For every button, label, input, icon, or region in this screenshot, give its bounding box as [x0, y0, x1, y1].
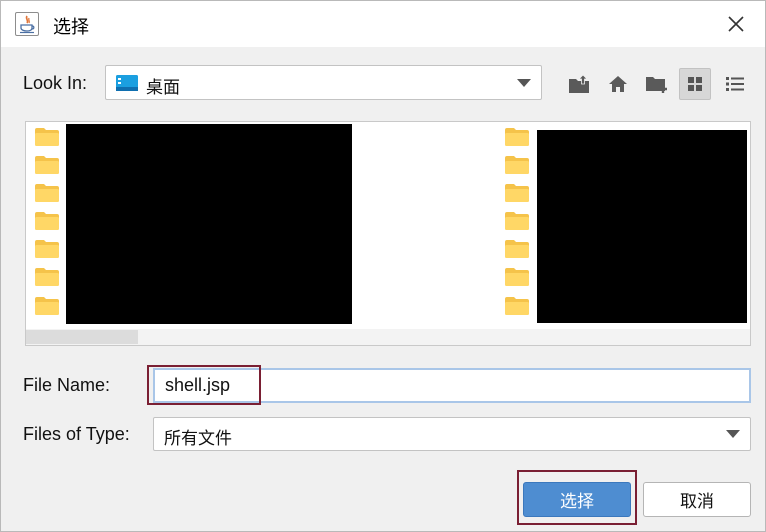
chevron-down-icon	[726, 430, 740, 438]
folder-icon[interactable]	[35, 156, 59, 174]
details-view-icon	[726, 77, 744, 91]
folder-icon[interactable]	[35, 268, 59, 286]
file-name-input[interactable]	[153, 368, 751, 403]
folder-icon[interactable]	[35, 184, 59, 202]
approve-button[interactable]: 选择	[523, 482, 631, 517]
details-view-button[interactable]	[719, 68, 751, 100]
folder-icon[interactable]	[505, 240, 529, 258]
new-folder-button[interactable]	[641, 68, 673, 100]
file-chooser-dialog: 选择 Look In: 桌面 File Name: shell.jsp File…	[0, 0, 766, 532]
look-in-combobox[interactable]: 桌面	[105, 65, 542, 100]
redacted-file-names-left	[66, 124, 352, 324]
java-app-icon	[15, 12, 39, 36]
up-one-level-icon	[569, 74, 589, 93]
home-button[interactable]	[602, 68, 634, 100]
file-name-label: File Name:	[23, 375, 111, 395]
folder-icon[interactable]	[505, 184, 529, 202]
folder-icon[interactable]	[505, 297, 529, 315]
list-view-button[interactable]	[679, 68, 711, 100]
new-folder-icon	[646, 77, 667, 93]
list-view-icon	[688, 77, 702, 91]
desktop-folder-icon	[116, 75, 138, 91]
close-icon	[728, 16, 744, 32]
up-one-level-button[interactable]	[563, 68, 595, 100]
files-of-type-combobox[interactable]: 所有文件	[153, 417, 751, 451]
home-icon	[609, 76, 627, 92]
horizontal-scrollbar[interactable]	[26, 329, 750, 345]
folder-icon[interactable]	[35, 297, 59, 315]
folder-icon[interactable]	[35, 128, 59, 146]
folder-icon[interactable]	[35, 240, 59, 258]
cancel-button[interactable]: 取消	[643, 482, 751, 517]
folder-icon[interactable]	[505, 268, 529, 286]
files-of-type-label: Files of Type:	[23, 424, 130, 444]
look-in-label: Look In:	[23, 73, 88, 93]
scrollbar-thumb[interactable]	[26, 330, 138, 344]
file-list[interactable]	[25, 121, 751, 346]
folder-icon[interactable]	[505, 128, 529, 146]
look-in-value: 桌面	[146, 78, 180, 97]
files-of-type-value: 所有文件	[164, 429, 232, 448]
close-button[interactable]	[721, 9, 751, 39]
chevron-down-icon	[517, 79, 531, 87]
folder-icon[interactable]	[35, 212, 59, 230]
folder-icon[interactable]	[505, 212, 529, 230]
title-bar: 选择	[1, 1, 765, 47]
folder-icon[interactable]	[505, 156, 529, 174]
redacted-file-names-right	[537, 130, 747, 323]
window-title: 选择	[53, 17, 89, 37]
